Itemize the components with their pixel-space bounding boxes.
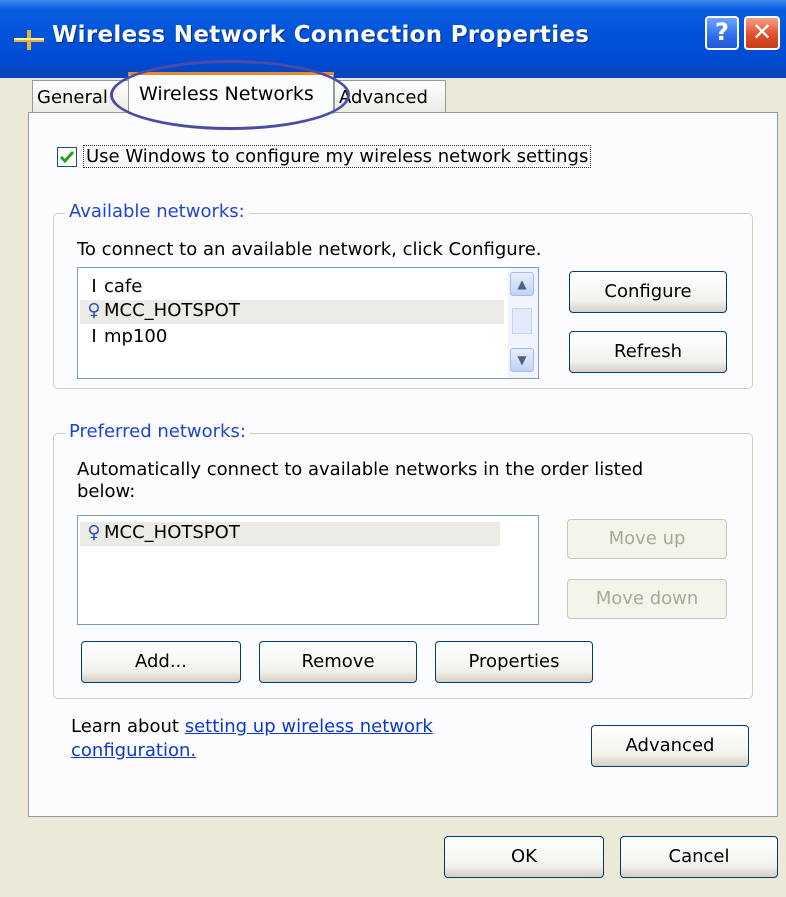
ok-button[interactable]: OK (444, 836, 604, 878)
scroll-down-icon[interactable]: ▼ (510, 348, 534, 372)
help-button[interactable]: ? (705, 16, 739, 50)
preferred-networks-legend: Preferred networks: (65, 421, 250, 442)
list-item-selected[interactable]: ♀ MCC_HOTSPOT (80, 300, 504, 324)
close-button[interactable]: ✕ (744, 16, 780, 50)
cancel-button[interactable]: Cancel (620, 836, 778, 878)
checkmark-icon (59, 151, 75, 164)
configure-button[interactable]: Configure (569, 271, 727, 313)
list-item[interactable]: ⵏ mp100 (84, 326, 167, 350)
properties-button[interactable]: Properties (435, 641, 593, 683)
use-windows-label[interactable]: Use Windows to configure my wireless net… (83, 145, 592, 168)
learn-link-continued[interactable]: configuration. (71, 740, 196, 761)
list-item[interactable]: ⵏ cafe (84, 276, 142, 300)
learn-prefix: Learn about (71, 716, 185, 737)
remove-button[interactable]: Remove (259, 641, 417, 683)
scroll-thumb[interactable] (512, 308, 532, 334)
properties-dialog: Wireless Network Connection Properties ?… (0, 0, 786, 897)
learn-link[interactable]: setting up wireless network (185, 716, 433, 737)
tab-panel: Use Windows to configure my wireless net… (28, 112, 778, 817)
highlight-oval (110, 60, 350, 130)
scrollbar[interactable]: ▲ ▼ (508, 268, 538, 378)
move-down-button[interactable]: Move down (567, 579, 727, 619)
learn-about-text: Learn about setting up wireless network … (71, 715, 433, 763)
help-icon: ? (715, 18, 729, 46)
add-button[interactable]: Add... (81, 641, 241, 683)
network-connection-icon (14, 30, 44, 50)
preferred-networks-list[interactable]: ♀ MCC_HOTSPOT (77, 515, 539, 625)
close-icon: ✕ (751, 18, 773, 46)
antenna-icon: ⵏ (91, 276, 97, 297)
refresh-button[interactable]: Refresh (569, 331, 727, 373)
available-networks-legend: Available networks: (65, 201, 249, 222)
use-windows-checkbox[interactable] (57, 147, 77, 167)
connected-network-icon: ♀ (87, 522, 101, 543)
connected-network-icon: ♀ (87, 300, 101, 321)
list-item[interactable]: ♀ MCC_HOTSPOT (80, 522, 500, 546)
window-title: Wireless Network Connection Properties (52, 22, 590, 48)
advanced-button[interactable]: Advanced (591, 725, 749, 767)
scroll-up-icon[interactable]: ▲ (510, 272, 534, 296)
antenna-icon: ⵏ (91, 326, 97, 347)
move-up-button[interactable]: Move up (567, 519, 727, 559)
available-networks-list[interactable]: ⵏ cafe ♀ MCC_HOTSPOT ⵏ mp100 ▲ ▼ (77, 267, 539, 379)
title-bar[interactable]: Wireless Network Connection Properties ?… (0, 0, 786, 78)
preferred-instruction: Automatically connect to available netwo… (77, 459, 644, 502)
tab-advanced[interactable]: Advanced (334, 80, 446, 112)
available-instruction: To connect to an available network, clic… (77, 239, 542, 260)
